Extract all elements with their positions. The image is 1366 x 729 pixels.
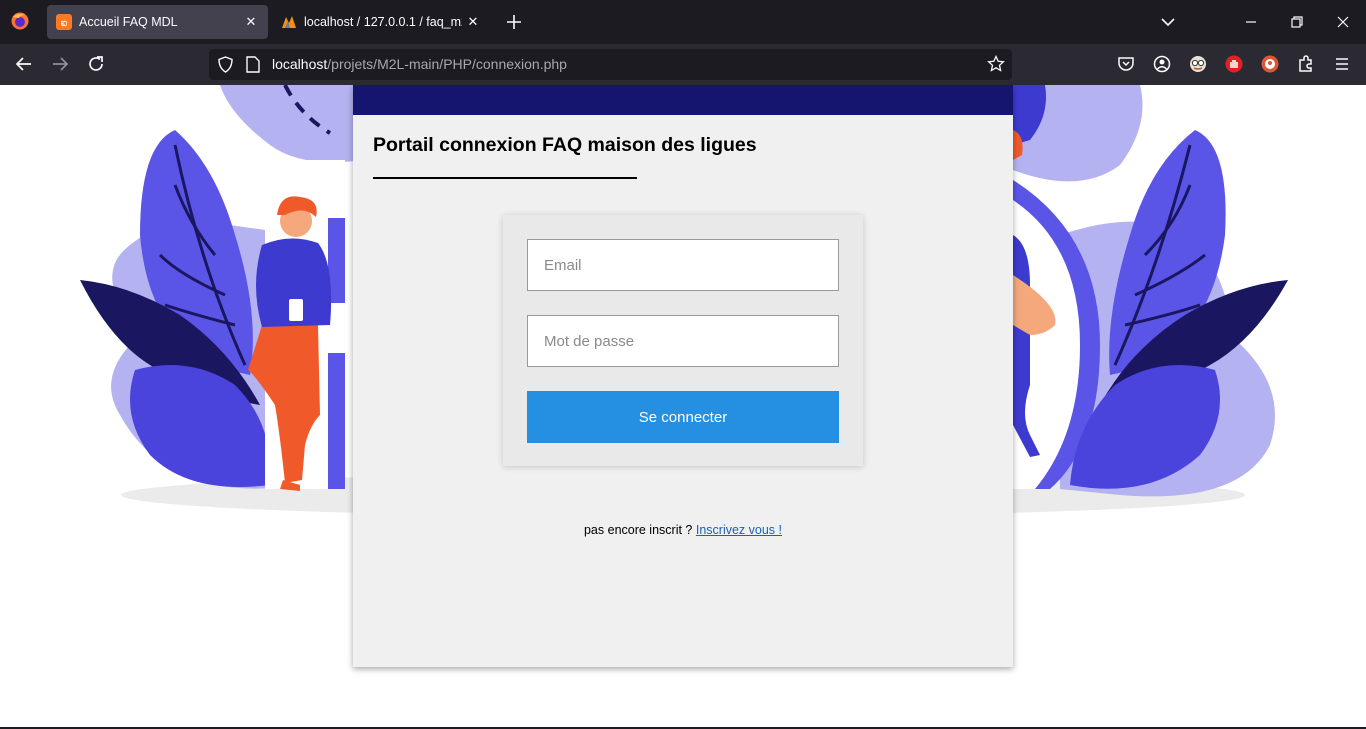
signup-text: pas encore inscrit ? (583, 523, 693, 537)
close-icon[interactable]: ✕ (462, 11, 484, 33)
page-info-icon[interactable] (246, 56, 260, 73)
url-host: localhost (272, 56, 328, 72)
page-viewport: Portail connexion FAQ maison des ligues … (0, 85, 1366, 729)
left-letter-bar (328, 218, 345, 489)
login-button[interactable]: Se connecter (527, 391, 839, 443)
xampp-icon: ಐ (56, 14, 72, 30)
title-underline (373, 177, 637, 179)
back-arrow-icon[interactable] (14, 54, 34, 74)
url-text[interactable]: localhost/projets/M2L-main/PHP/connexion… (272, 56, 567, 72)
login-form: Se connecter (503, 215, 863, 466)
signup-link[interactable]: Inscrivez vous ! (696, 523, 782, 537)
tab-accueil-faq[interactable]: ಐ Accueil FAQ MDL ✕ (47, 5, 268, 39)
svg-text:ಐ: ಐ (61, 18, 68, 29)
duckduckgo-icon[interactable] (1260, 54, 1280, 74)
menu-icon[interactable] (1332, 54, 1352, 74)
new-tab-icon[interactable] (503, 11, 525, 33)
minimize-icon[interactable] (1241, 12, 1261, 32)
close-window-icon[interactable] (1333, 12, 1353, 32)
tracking-shield-icon[interactable] (217, 56, 234, 73)
address-bar[interactable]: localhost/projets/M2L-main/PHP/connexion… (209, 49, 1012, 80)
restore-icon[interactable] (1287, 12, 1307, 32)
left-top-blob (220, 85, 355, 163)
account-icon[interactable] (1152, 54, 1172, 74)
tab-title: Accueil FAQ MDL (79, 15, 178, 29)
tab-title: localhost / 127.0.0.1 / faq_m2l | (304, 15, 462, 29)
url-path: /projets/M2L-main/PHP/connexion.php (327, 56, 567, 72)
chevron-down-icon[interactable] (1158, 12, 1178, 32)
tab-phpmyadmin[interactable]: localhost / 127.0.0.1 / faq_m2l | ✕ (272, 5, 490, 39)
forward-arrow-icon[interactable] (50, 54, 70, 74)
card-header-bar (353, 85, 1013, 115)
email-field[interactable] (527, 239, 839, 291)
extension-red-hand-icon[interactable] (1224, 54, 1244, 74)
login-card: Portail connexion FAQ maison des ligues … (353, 85, 1013, 667)
pocket-icon[interactable] (1116, 54, 1136, 74)
reload-icon[interactable] (86, 54, 106, 74)
phpmyadmin-icon (282, 16, 296, 28)
password-field[interactable] (527, 315, 839, 367)
bookmark-star-icon[interactable] (987, 55, 1005, 73)
firefox-logo-icon[interactable] (10, 11, 30, 31)
extensions-icon[interactable] (1296, 54, 1316, 74)
signup-prompt: pas encore inscrit ? Inscrivez vous ! (353, 523, 1013, 537)
page-title: Portail connexion FAQ maison des ligues (373, 134, 757, 156)
navigation-toolbar: localhost/projets/M2L-main/PHP/connexion… (0, 44, 1366, 85)
close-icon[interactable]: ✕ (240, 11, 262, 33)
tab-bar: ಐ Accueil FAQ MDL ✕ localhost / 127.0.0.… (0, 0, 1366, 44)
extension-glasses-icon[interactable] (1188, 54, 1208, 74)
